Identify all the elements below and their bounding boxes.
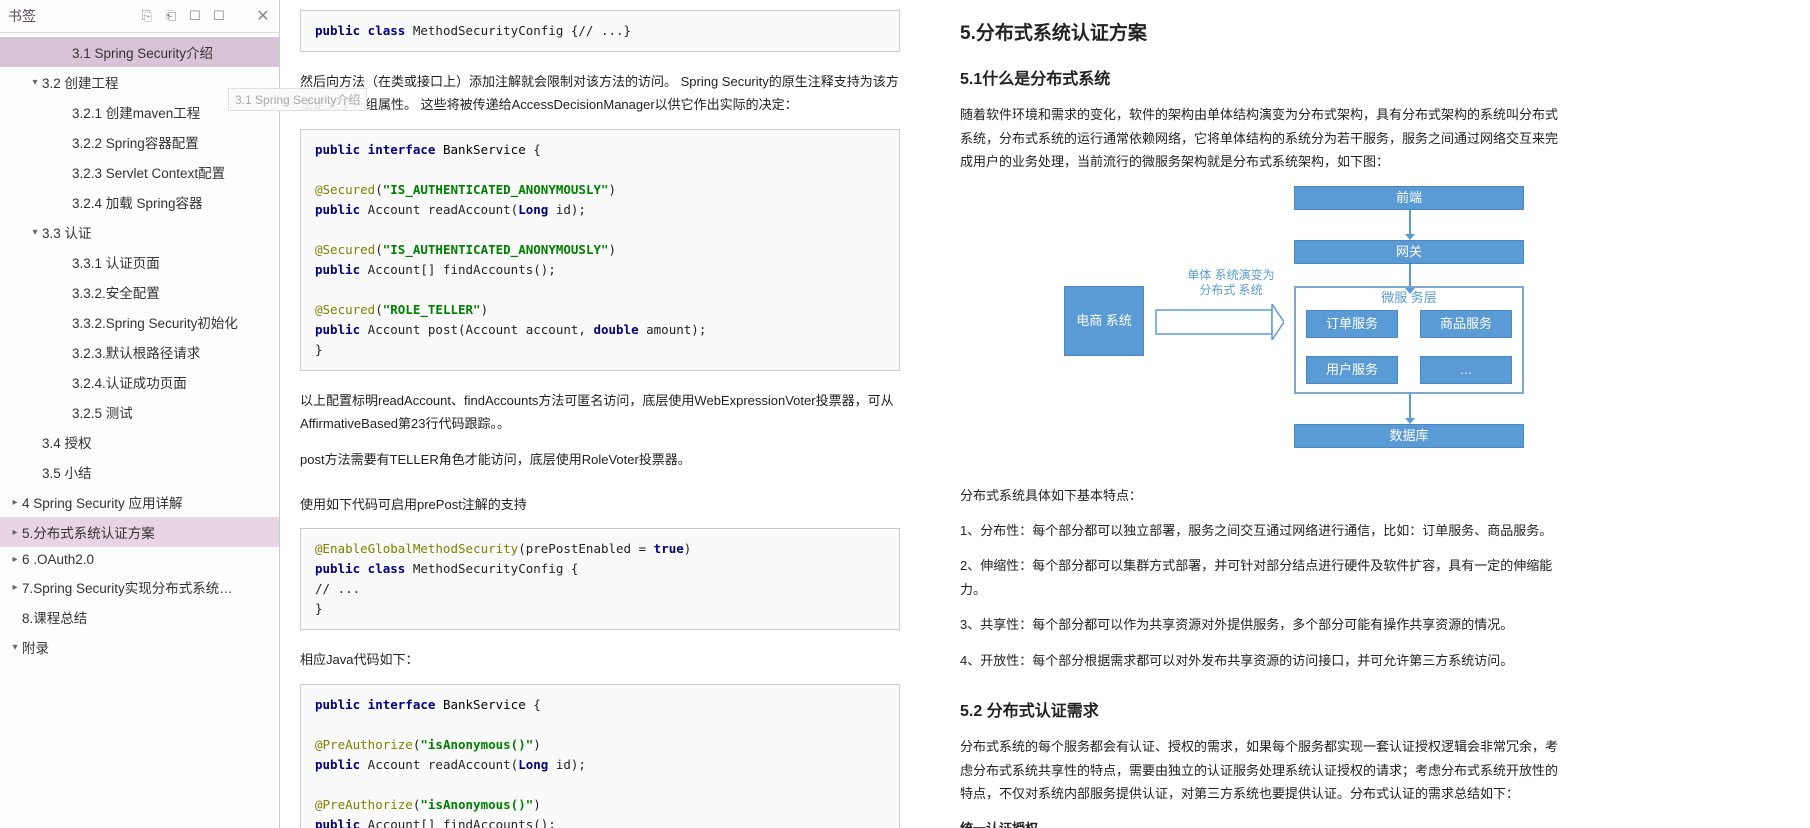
dg-note: 单体 系统演变为分布式 系统 xyxy=(1176,268,1286,299)
list-item: 3、共享性：每个部分都可以作为共享资源对外提供服务，多个部分可能有操作共享资源的… xyxy=(960,613,1560,636)
expand-carat-icon[interactable]: ▾ xyxy=(28,227,42,238)
expand-carat-icon[interactable]: ▸ xyxy=(8,527,22,538)
code-block: @EnableGlobalMethodSecurity(prePostEnabl… xyxy=(300,528,900,630)
paragraph: post方法需要有TELLER角色才能访问，底层使用RoleVoter投票器。 xyxy=(300,448,900,471)
expand-carat-icon[interactable]: ▸ xyxy=(8,582,22,593)
bookmark-item[interactable]: 3.2.1 创建maven工程 xyxy=(0,97,279,127)
bookmark-item[interactable]: ▸6 .OAuth2.0 xyxy=(0,547,279,572)
expand-carat-icon[interactable]: ▸ xyxy=(8,554,22,565)
sidebar-title: 书签 xyxy=(8,6,36,26)
code-block: public class MethodSecurityConfig {// ..… xyxy=(300,10,900,52)
list-item: 4、开放性：每个部分根据需求都可以对外发布共享资源的访问接口，并可允许第三方系统… xyxy=(960,649,1560,672)
sidebar-toolbar: ⎘ ⎗ ☐ ☐ ✕ xyxy=(139,8,271,24)
expand-all-icon[interactable]: ⎘ xyxy=(139,8,155,24)
bookmark-item[interactable]: ▸5.分布式系统认证方案 xyxy=(0,517,279,547)
dg-more: … xyxy=(1420,356,1512,384)
expand-carat-icon[interactable]: ▾ xyxy=(28,77,42,88)
paragraph: 随着软件环境和需求的变化，软件的架构由单体结构演变为分布式架构，具有分布式架构的… xyxy=(960,103,1560,173)
bookmark-item[interactable]: ▾附录 xyxy=(0,632,279,662)
bookmark-tree[interactable]: 3.1 Spring Security介绍▾3.2 创建工程3.2.1 创建ma… xyxy=(0,33,279,828)
bookmark-item[interactable]: 3.2.2 Spring容器配置 xyxy=(0,127,279,157)
bookmark-item[interactable]: 3.4 授权 xyxy=(0,427,279,457)
bookmark-label: 3.3.2.Spring Security初始化 xyxy=(72,312,238,332)
bookmark-label: 3.3 认证 xyxy=(42,222,92,242)
paragraph: 以上配置标明readAccount、findAccounts方法可匿名访问，底层… xyxy=(300,389,900,436)
bookmark-label: 3.1 Spring Security介绍 xyxy=(72,42,213,62)
bookmark-label: 3.2.4.认证成功页面 xyxy=(72,372,187,392)
bookmarks-sidebar: 书签 ⎘ ⎗ ☐ ☐ ✕ 3.1 Spring Security介绍▾3.2 创… xyxy=(0,0,280,828)
document-view: public class MethodSecurityConfig {// ..… xyxy=(280,0,1810,828)
bookmark-item[interactable]: 3.3.2.Spring Security初始化 xyxy=(0,307,279,337)
bookmark-item[interactable]: ▸4 Spring Security 应用详解 xyxy=(0,487,279,517)
bookmark-item[interactable]: 3.5 小结 xyxy=(0,457,279,487)
expand-carat-icon[interactable]: ▾ xyxy=(8,642,22,653)
collapse-all-icon[interactable]: ⎗ xyxy=(163,8,179,24)
bookmark-label: 3.2.2 Spring容器配置 xyxy=(72,132,199,152)
bookmark-item[interactable]: 3.1 Spring Security介绍 xyxy=(0,37,279,67)
dg-micro-label: 微服 务层 xyxy=(1294,290,1524,307)
code-block: public interface BankService { @PreAutho… xyxy=(300,684,900,828)
bookmark-item[interactable]: ▾3.2 创建工程 xyxy=(0,67,279,97)
bookmark-item[interactable]: 3.2.4 加载 Spring容器 xyxy=(0,187,279,217)
bookmark-item[interactable]: 3.2.5 测试 xyxy=(0,397,279,427)
bookmark-label: 3.3.2.安全配置 xyxy=(72,282,160,302)
bookmark-label: 3.5 小结 xyxy=(42,462,92,482)
bookmark-item[interactable]: 3.3.1 认证页面 xyxy=(0,247,279,277)
bookmark-item[interactable]: ▾3.3 认证 xyxy=(0,217,279,247)
bookmark-add-icon[interactable]: ☐ xyxy=(187,8,203,24)
bookmark-item[interactable]: ▸7.Spring Security实现分布式系统… xyxy=(0,572,279,602)
list-item: 1、分布性：每个部分都可以独立部署，服务之间交互通过网络进行通信，比如：订单服务… xyxy=(960,519,1560,542)
bookmark-label: 3.4 授权 xyxy=(42,432,92,452)
paragraph: 分布式系统的每个服务都会有认证、授权的需求，如果每个服务都实现一套认证授权逻辑会… xyxy=(960,735,1560,805)
bookmark-label: 5.分布式系统认证方案 xyxy=(22,522,155,542)
paragraph: 使用如下代码可启用prePost注解的支持 xyxy=(300,493,900,516)
expand-carat-icon[interactable]: ▸ xyxy=(8,497,22,508)
code-block: public interface BankService { @Secured(… xyxy=(300,129,900,371)
bookmark-remove-icon[interactable]: ☐ xyxy=(211,8,227,24)
dg-order: 订单服务 xyxy=(1306,310,1398,338)
bookmark-label: 8.课程总结 xyxy=(22,607,87,627)
subsection-heading: 5.1什么是分布式系统 xyxy=(960,66,1560,93)
dg-frontend: 前端 xyxy=(1294,186,1524,210)
bookmark-label: 3.2.3 Servlet Context配置 xyxy=(72,162,225,182)
page-left: public class MethodSecurityConfig {// ..… xyxy=(280,0,920,828)
bookmark-item[interactable]: 3.2.3.默认根路径请求 xyxy=(0,337,279,367)
bookmark-label: 6 .OAuth2.0 xyxy=(22,552,94,567)
bookmark-label: 附录 xyxy=(22,637,49,657)
bookmark-item[interactable]: 3.2.4.认证成功页面 xyxy=(0,367,279,397)
bookmark-label: 4 Spring Security 应用详解 xyxy=(22,492,183,512)
bookmark-label: 3.2.5 测试 xyxy=(72,402,133,422)
bookmark-label: 3.2.3.默认根路径请求 xyxy=(72,342,200,362)
paragraph: 相应Java代码如下： xyxy=(300,648,900,671)
bookmark-item[interactable]: 3.3.2.安全配置 xyxy=(0,277,279,307)
paragraph-bold: 统一认证授权 xyxy=(960,817,1560,828)
subsection-heading: 5.2 分布式认证需求 xyxy=(960,698,1560,725)
bookmark-item[interactable]: 3.2.3 Servlet Context配置 xyxy=(0,157,279,187)
close-icon[interactable]: ✕ xyxy=(255,8,271,24)
dg-user: 用户服务 xyxy=(1306,356,1398,384)
sidebar-header: 书签 ⎘ ⎗ ☐ ☐ ✕ xyxy=(0,0,279,33)
bookmark-label: 7.Spring Security实现分布式系统… xyxy=(22,577,233,597)
paragraph: 然后向方法（在类或接口上）添加注解就会限制对该方法的访问。 Spring Sec… xyxy=(300,70,900,117)
bookmark-label: 3.3.1 认证页面 xyxy=(72,252,160,272)
bookmark-label: 3.2 创建工程 xyxy=(42,72,119,92)
dg-ecommerce: 电商 系统 xyxy=(1064,286,1144,356)
paragraph: 分布式系统具体如下基本特点： xyxy=(960,484,1560,507)
bookmark-item[interactable]: 8.课程总结 xyxy=(0,602,279,632)
dg-gateway: 网关 xyxy=(1294,240,1524,264)
dg-database: 数据库 xyxy=(1294,424,1524,448)
page-right: 5.分布式系统认证方案 5.1什么是分布式系统 随着软件环境和需求的变化，软件的… xyxy=(940,0,1580,828)
bookmark-label: 3.2.4 加载 Spring容器 xyxy=(72,192,203,212)
list-item: 2、伸缩性：每个部分都可以集群方式部署，并可针对部分结点进行硬件及软件扩容，具有… xyxy=(960,554,1560,601)
dg-product: 商品服务 xyxy=(1420,310,1512,338)
section-heading: 5.分布式系统认证方案 xyxy=(960,18,1560,50)
architecture-diagram: 前端 网关 电商 系统 单体 系统演变为分布式 系统 微服 务层 订单服务 商品… xyxy=(994,186,1554,466)
bookmark-label: 3.2.1 创建maven工程 xyxy=(72,102,200,122)
